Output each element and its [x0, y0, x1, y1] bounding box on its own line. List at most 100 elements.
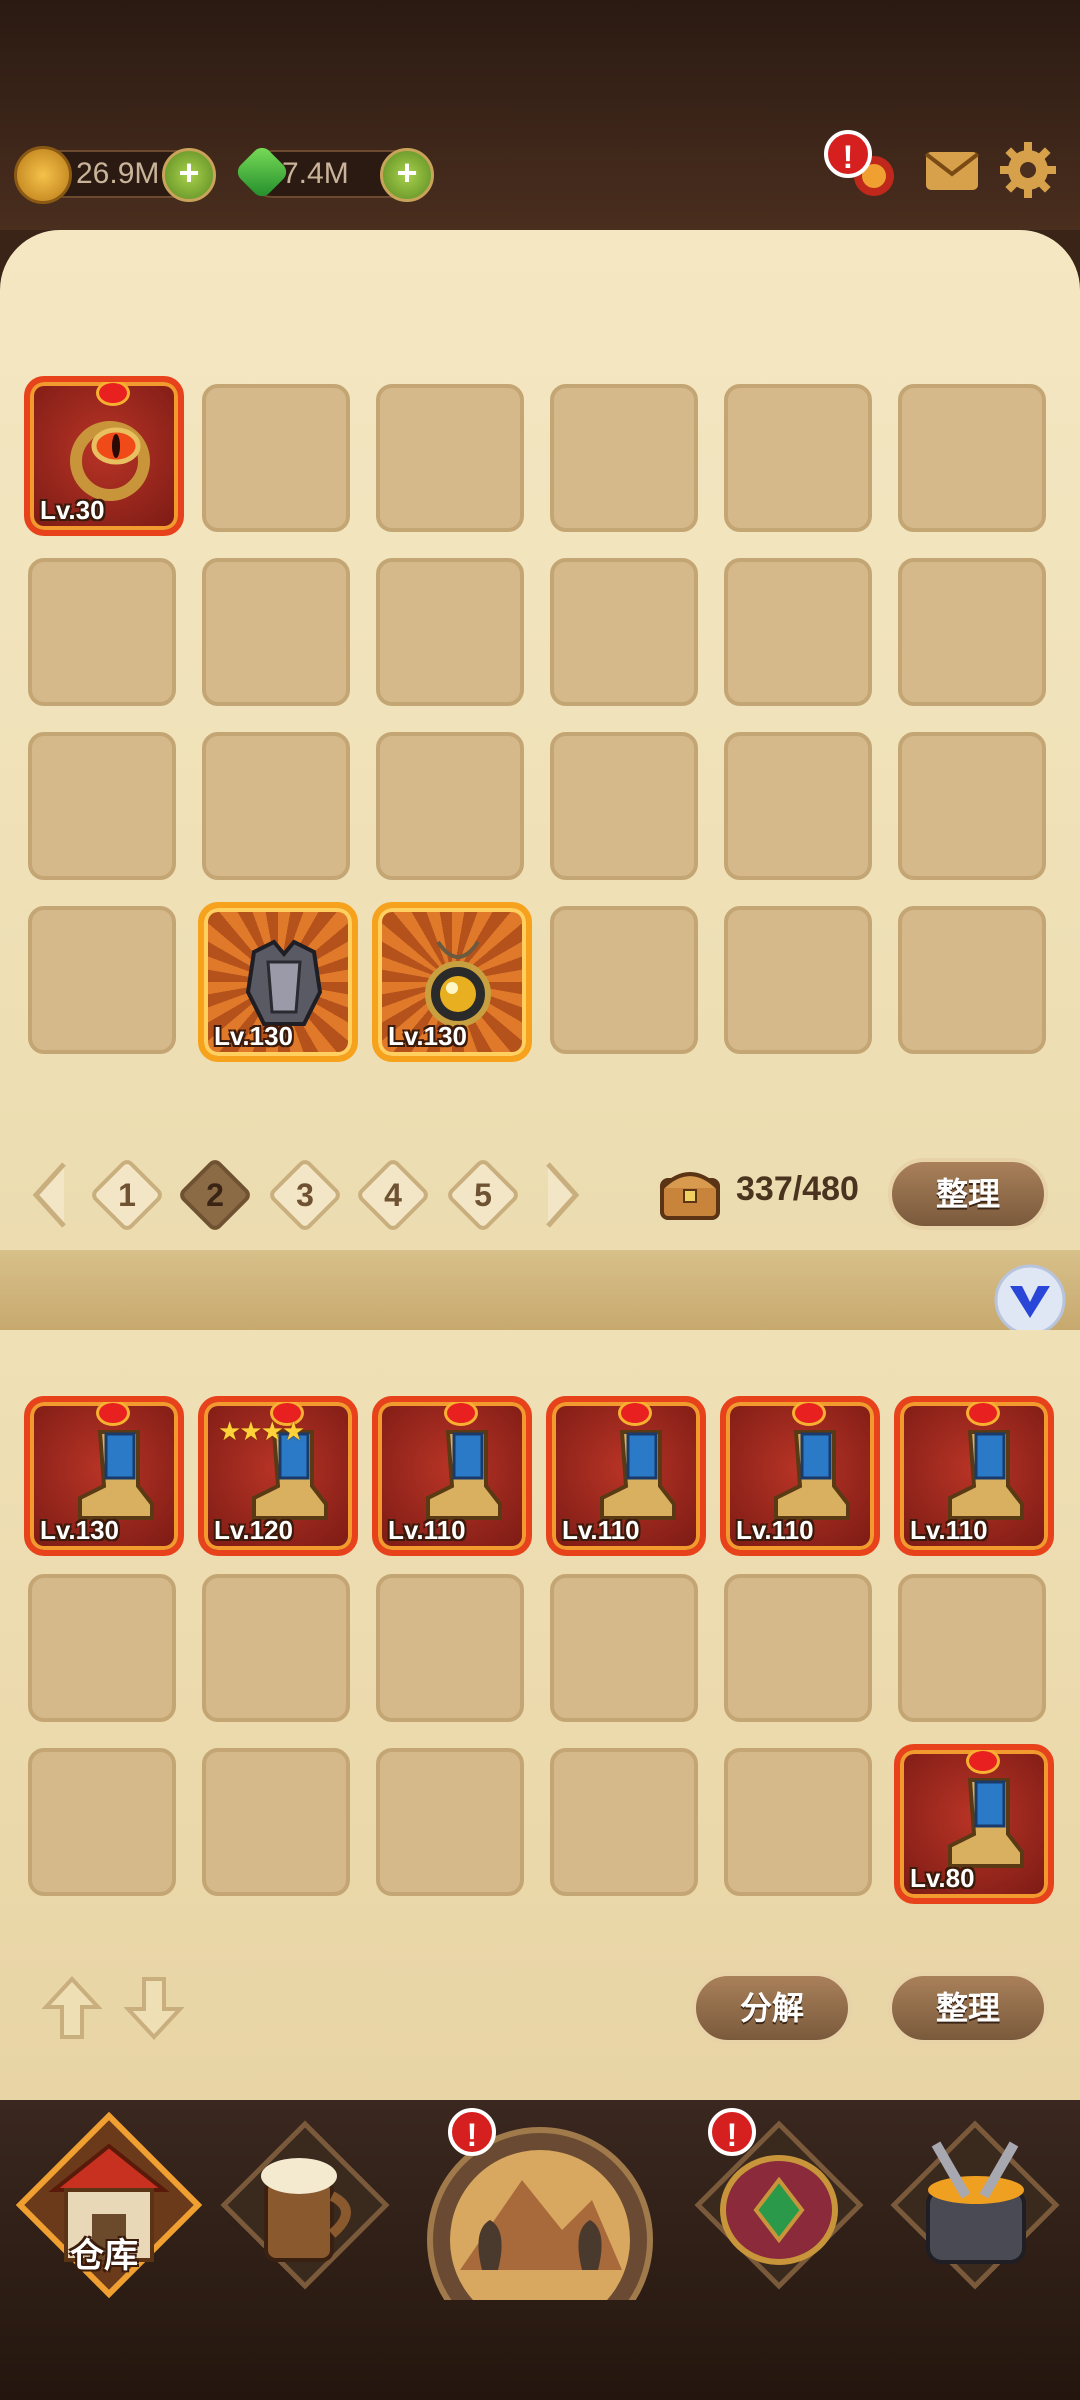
dismantle-button[interactable]: 分解 — [692, 1972, 852, 2044]
tavern-icon — [220, 2120, 390, 2290]
item-level: Lv.130 — [388, 1021, 468, 1051]
rarity-gem-icon — [618, 1402, 652, 1426]
item-level: Lv.30 — [40, 495, 105, 525]
inventory-item-boots[interactable]: Lv.110 — [546, 1396, 706, 1556]
storage-slot[interactable] — [202, 732, 350, 880]
boots-icon — [948, 1430, 1024, 1520]
nav-adventure[interactable]: ! — [412, 2108, 668, 2353]
boots-icon — [78, 1430, 154, 1520]
inventory-sort-button[interactable]: 整理 — [888, 1972, 1048, 2044]
storage-slot[interactable] — [898, 384, 1046, 532]
item-level: Lv.80 — [910, 1863, 975, 1893]
v-logo-icon[interactable] — [992, 1262, 1068, 1338]
inventory-item-boots[interactable]: Lv.130 — [24, 1396, 184, 1556]
rarity-gem-icon — [96, 382, 130, 406]
storage-item-armor[interactable]: Lv.130 — [198, 902, 358, 1062]
gold-counter: 26.9M + — [14, 146, 216, 204]
storage-slot[interactable] — [376, 384, 524, 532]
page-3-label: 3 — [296, 1177, 314, 1213]
amulet-icon — [425, 940, 491, 1027]
sort-up-arrow-icon[interactable] — [42, 1975, 102, 2041]
boots-icon — [600, 1430, 676, 1520]
inventory-slot[interactable] — [376, 1574, 524, 1722]
item-level: Lv.130 — [40, 1515, 120, 1545]
inventory-item-boots[interactable]: Lv.110 — [372, 1396, 532, 1556]
inventory-slot[interactable] — [202, 1574, 350, 1722]
nav-warehouse-label: 仓库 — [70, 2237, 138, 2275]
inventory-item-boots[interactable]: Lv.110 — [720, 1396, 880, 1556]
rarity-gem-icon — [792, 1402, 826, 1426]
nav-forge[interactable] — [880, 2110, 1070, 2300]
storage-slot[interactable] — [898, 906, 1046, 1054]
forge-icon — [890, 2120, 1060, 2290]
inventory-slot[interactable] — [724, 1748, 872, 1896]
gold-amount: 26.9M — [76, 157, 160, 190]
inventory-slot[interactable] — [550, 1748, 698, 1896]
adventure-alert-badge: ! — [448, 2108, 496, 2156]
storage-sort-button[interactable]: 整理 — [888, 1158, 1048, 1230]
item-level: Lv.110 — [736, 1515, 814, 1545]
armor-icon — [245, 939, 323, 1026]
alert-badge: ! — [824, 130, 872, 178]
storage-slot[interactable] — [724, 384, 872, 532]
storage-slot[interactable] — [724, 558, 872, 706]
storage-slot[interactable] — [376, 732, 524, 880]
page-1-label: 1 — [118, 1177, 136, 1213]
settings-gear-icon[interactable] — [998, 140, 1058, 200]
page-4-label: 4 — [384, 1177, 402, 1213]
storage-slot[interactable] — [202, 384, 350, 532]
mail-icon[interactable] — [922, 140, 982, 200]
inventory-item-boots[interactable]: Lv.110 — [894, 1396, 1054, 1556]
storage-item-amulet[interactable]: Lv.130 — [372, 902, 532, 1062]
inventory-item-boots[interactable]: Lv.80 — [894, 1744, 1054, 1904]
storage-slot[interactable] — [724, 732, 872, 880]
inventory-slot[interactable] — [202, 1748, 350, 1896]
storage-slot[interactable] — [550, 732, 698, 880]
boots-icon — [774, 1430, 850, 1520]
event-alert-icon[interactable]: ! — [824, 130, 900, 200]
storage-slot[interactable] — [202, 558, 350, 706]
storage-slot[interactable] — [898, 732, 1046, 880]
treasure-alert-badge: ! — [708, 2108, 756, 2156]
gem-amount: 7.4M — [282, 157, 349, 190]
page-2-label: 2 — [206, 1177, 224, 1213]
storage-slot[interactable] — [28, 906, 176, 1054]
storage-item-ring[interactable]: Lv.30 — [24, 376, 184, 536]
item-level: Lv.110 — [562, 1515, 640, 1545]
item-level: Lv.110 — [388, 1515, 466, 1545]
prev-page-arrow[interactable] — [28, 1160, 72, 1230]
storage-slot[interactable] — [898, 558, 1046, 706]
next-page-arrow[interactable] — [540, 1160, 584, 1230]
nav-tavern[interactable] — [210, 2110, 400, 2300]
storage-slot[interactable] — [28, 558, 176, 706]
gold-coin-icon — [14, 146, 72, 204]
panel-divider — [0, 1250, 1080, 1330]
inventory-slot[interactable] — [376, 1748, 524, 1896]
item-level: Lv.130 — [214, 1021, 294, 1051]
item-level: Lv.120 — [214, 1515, 294, 1545]
chest-capacity-icon — [660, 1172, 720, 1220]
storage-slot[interactable] — [550, 384, 698, 532]
inventory-item-boots[interactable]: ★★★★ Lv.120 — [198, 1396, 358, 1556]
add-gems-button[interactable]: + — [380, 148, 434, 202]
storage-slot[interactable] — [724, 906, 872, 1054]
inventory-slot[interactable] — [724, 1574, 872, 1722]
inventory-slot[interactable] — [898, 1574, 1046, 1722]
sort-down-arrow-icon[interactable] — [124, 1975, 184, 2041]
inventory-slot[interactable] — [550, 1574, 698, 1722]
nav-treasure[interactable]: ! — [684, 2108, 874, 2300]
storage-slot[interactable] — [550, 558, 698, 706]
add-gold-button[interactable]: + — [162, 148, 216, 202]
gem-counter: 7.4M + — [233, 143, 434, 202]
rarity-gem-icon — [966, 1402, 1000, 1426]
item-level: Lv.110 — [910, 1515, 988, 1545]
rarity-gem-icon — [444, 1402, 478, 1426]
inventory-slot[interactable] — [28, 1748, 176, 1896]
storage-slot[interactable] — [376, 558, 524, 706]
storage-slot[interactable] — [28, 732, 176, 880]
rarity-gem-icon — [966, 1750, 1000, 1774]
rarity-gem-icon — [96, 1402, 130, 1426]
inventory-slot[interactable] — [28, 1574, 176, 1722]
boots-icon — [426, 1430, 502, 1520]
storage-slot[interactable] — [550, 906, 698, 1054]
